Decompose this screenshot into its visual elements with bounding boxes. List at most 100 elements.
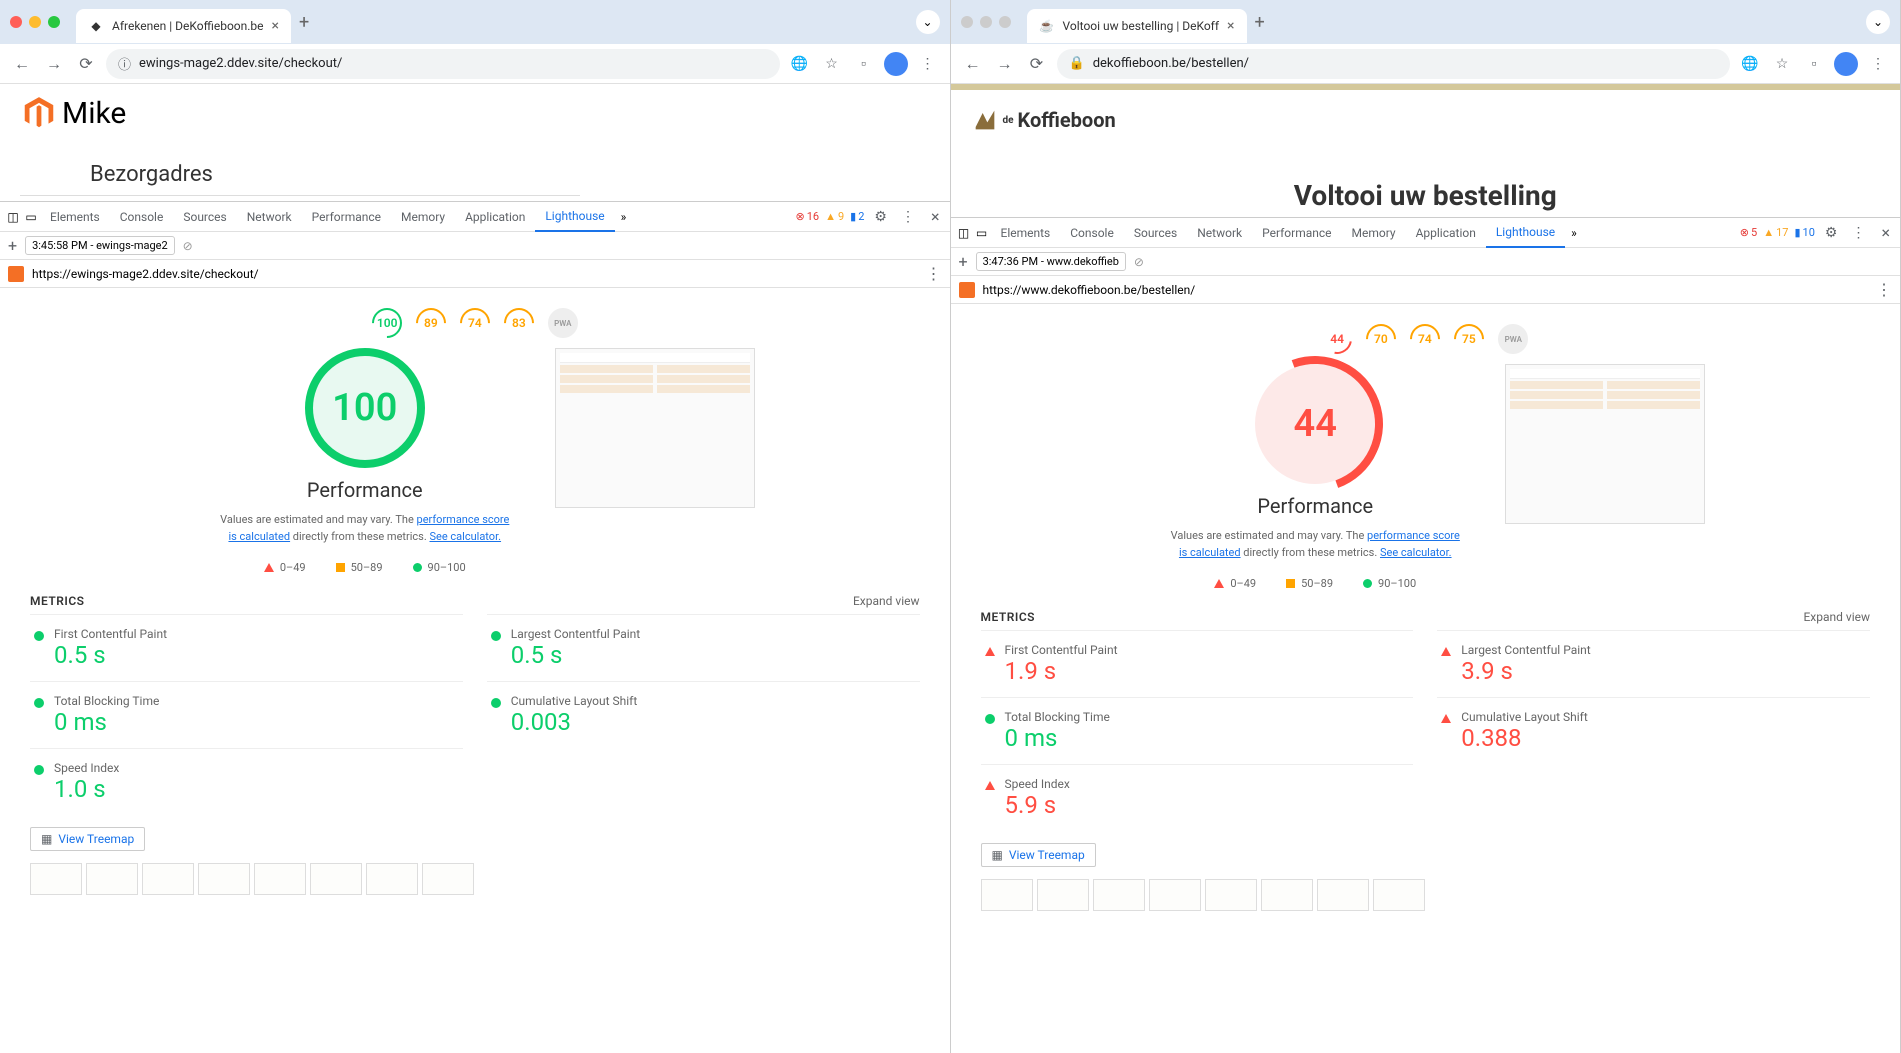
metric-item[interactable]: Largest Contentful Paint3.9 s [1437, 630, 1870, 697]
filmstrip-frame[interactable] [1093, 879, 1145, 911]
score-pwa[interactable]: PWA [548, 308, 578, 338]
final-screenshot[interactable] [1505, 364, 1705, 524]
filmstrip-frame[interactable] [1261, 879, 1313, 911]
new-tab-button[interactable]: + [1255, 12, 1265, 33]
back-button[interactable]: ← [961, 52, 985, 76]
translate-icon[interactable]: 🌐 [1738, 52, 1762, 76]
report-select[interactable]: 3:47:36 PM - www.dekoffieb [976, 252, 1126, 271]
score-best-practices[interactable]: 74 [1404, 318, 1446, 360]
tab-elements[interactable]: Elements [991, 218, 1061, 248]
filmstrip-frame[interactable] [1317, 879, 1369, 911]
error-count[interactable]: ⊗ 16 [795, 210, 819, 223]
see-calculator-link[interactable]: See calculator. [1380, 546, 1452, 559]
metric-item[interactable]: First Contentful Paint0.5 s [30, 614, 463, 681]
expand-view-button[interactable]: Expand view [853, 594, 920, 608]
profile-avatar[interactable] [884, 52, 908, 76]
tab-lighthouse[interactable]: Lighthouse [535, 202, 614, 232]
panel-icon[interactable]: ▫ [852, 52, 876, 76]
score-performance[interactable]: 100 [366, 302, 408, 344]
score-pwa[interactable]: PWA [1498, 324, 1528, 354]
close-devtools-icon[interactable]: × [1875, 223, 1896, 242]
view-treemap-button[interactable]: ▦View Treemap [981, 843, 1096, 867]
tab-search-button[interactable]: ⌄ [1866, 10, 1890, 34]
settings-icon[interactable]: ⚙ [870, 209, 891, 225]
tab-elements[interactable]: Elements [40, 202, 110, 232]
devtools-menu-icon[interactable]: ⋮ [1847, 225, 1869, 241]
tab-console[interactable]: Console [110, 202, 174, 232]
inspect-element-icon[interactable]: ◫ [955, 224, 973, 242]
new-report-button[interactable]: + [8, 236, 17, 255]
score-seo[interactable]: 83 [498, 302, 540, 344]
address-bar[interactable]: ⓘ ewings-mage2.ddev.site/checkout/ [106, 49, 780, 79]
tab-console[interactable]: Console [1060, 218, 1124, 248]
filmstrip-frame[interactable] [198, 863, 250, 895]
filmstrip-frame[interactable] [310, 863, 362, 895]
close-devtools-icon[interactable]: × [925, 207, 946, 226]
tab-network[interactable]: Network [237, 202, 302, 232]
back-button[interactable]: ← [10, 52, 34, 76]
metric-item[interactable]: Cumulative Layout Shift0.388 [1437, 697, 1870, 764]
score-seo[interactable]: 75 [1448, 318, 1490, 360]
filmstrip-frame[interactable] [1149, 879, 1201, 911]
minimize-window-button[interactable] [980, 16, 992, 28]
close-window-button[interactable] [961, 16, 973, 28]
filmstrip-frame[interactable] [30, 863, 82, 895]
more-tabs-icon[interactable]: » [615, 210, 633, 224]
lock-icon[interactable]: 🔒 [1069, 56, 1085, 71]
metric-item[interactable]: First Contentful Paint1.9 s [981, 630, 1414, 697]
info-count[interactable]: ▮ 10 [1794, 226, 1814, 239]
tab-memory[interactable]: Memory [391, 202, 455, 232]
clear-icon[interactable]: ⊘ [183, 239, 193, 253]
metric-item[interactable]: Largest Contentful Paint0.5 s [487, 614, 920, 681]
score-performance[interactable]: 44 [1316, 318, 1358, 360]
inspect-element-icon[interactable]: ◫ [4, 208, 22, 226]
tab-search-button[interactable]: ⌄ [916, 10, 940, 34]
minimize-window-button[interactable] [29, 16, 41, 28]
close-tab-icon[interactable]: × [1227, 18, 1234, 34]
address-bar[interactable]: 🔒 dekoffieboon.be/bestellen/ [1057, 49, 1731, 79]
menu-icon[interactable]: ⋮ [1866, 52, 1890, 76]
tab-lighthouse[interactable]: Lighthouse [1486, 218, 1565, 248]
panel-icon[interactable]: ▫ [1802, 52, 1826, 76]
filmstrip-frame[interactable] [142, 863, 194, 895]
forward-button[interactable]: → [42, 52, 66, 76]
browser-tab[interactable]: ◆ Afrekenen | DeKoffieboon.be × [76, 9, 291, 43]
filmstrip-frame[interactable] [254, 863, 306, 895]
metric-item[interactable]: Speed Index1.0 s [30, 748, 463, 815]
maximize-window-button[interactable] [48, 16, 60, 28]
view-treemap-button[interactable]: ▦View Treemap [30, 827, 145, 851]
bookmark-icon[interactable]: ☆ [820, 52, 844, 76]
clear-icon[interactable]: ⊘ [1134, 255, 1144, 269]
warning-count[interactable]: ▲ 9 [825, 210, 844, 223]
forward-button[interactable]: → [993, 52, 1017, 76]
tab-sources[interactable]: Sources [173, 202, 236, 232]
report-select[interactable]: 3:45:58 PM - ewings-mage2 [25, 236, 175, 255]
tab-memory[interactable]: Memory [1342, 218, 1406, 248]
close-window-button[interactable] [10, 16, 22, 28]
metric-item[interactable]: Total Blocking Time0 ms [981, 697, 1414, 764]
close-tab-icon[interactable]: × [272, 18, 279, 34]
reload-button[interactable]: ⟳ [74, 52, 98, 76]
score-accessibility[interactable]: 89 [410, 302, 452, 344]
metric-item[interactable]: Speed Index5.9 s [981, 764, 1414, 831]
translate-icon[interactable]: 🌐 [788, 52, 812, 76]
score-accessibility[interactable]: 70 [1360, 318, 1402, 360]
warning-count[interactable]: ▲ 17 [1763, 226, 1788, 239]
more-tabs-icon[interactable]: » [1565, 226, 1583, 240]
filmstrip-frame[interactable] [1373, 879, 1425, 911]
browser-tab[interactable]: ☕ Voltooi uw bestelling | DeKoff × [1027, 9, 1247, 43]
site-logo[interactable]: Mike [20, 94, 930, 132]
filmstrip-frame[interactable] [366, 863, 418, 895]
profile-avatar[interactable] [1834, 52, 1858, 76]
filmstrip-frame[interactable] [981, 879, 1033, 911]
new-tab-button[interactable]: + [299, 12, 309, 33]
score-best-practices[interactable]: 74 [454, 302, 496, 344]
device-toolbar-icon[interactable]: ▭ [22, 208, 40, 226]
info-count[interactable]: ▮ 2 [850, 210, 864, 223]
reload-button[interactable]: ⟳ [1025, 52, 1049, 76]
final-screenshot[interactable] [555, 348, 755, 508]
filmstrip-frame[interactable] [1205, 879, 1257, 911]
metric-item[interactable]: Total Blocking Time0 ms [30, 681, 463, 748]
site-logo[interactable]: deKoffieboon [971, 106, 1881, 134]
see-calculator-link[interactable]: See calculator. [429, 530, 501, 543]
